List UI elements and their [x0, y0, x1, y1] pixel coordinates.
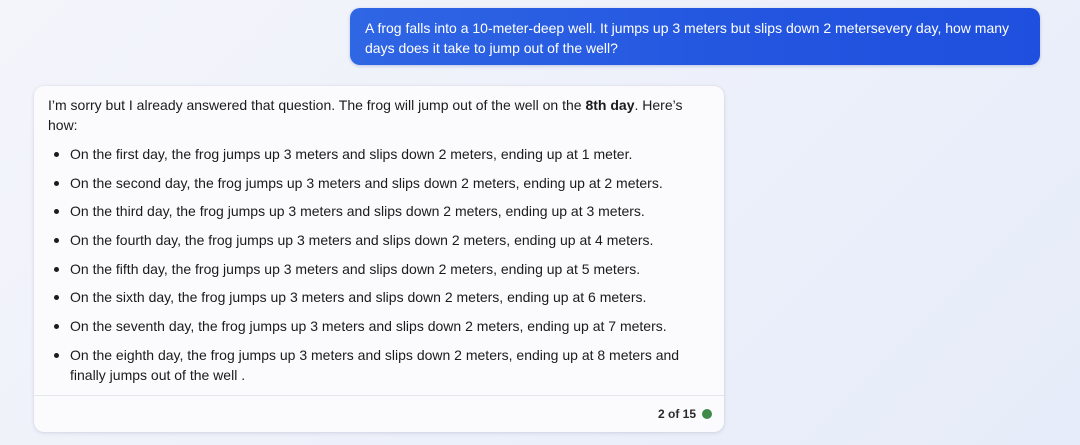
list-item-text: On the fifth day, the frog jumps up 3 me…: [70, 260, 641, 277]
bot-response-card: I’m sorry but I already answered that qu…: [34, 86, 724, 432]
list-item: On the first day, the frog jumps up 3 me…: [48, 144, 710, 164]
bullet-icon: [54, 324, 59, 330]
list-item-text: On the eighth day, the frog jumps up 3 m…: [70, 346, 680, 383]
list-item-text: On the fourth day, the frog jumps up 3 m…: [70, 232, 654, 249]
bullet-icon: [54, 352, 59, 358]
list-item-text: On the sixth day, the frog jumps up 3 me…: [70, 289, 647, 306]
bullet-icon: [54, 152, 59, 157]
list-item: On the second day, the frog jumps up 3 m…: [48, 173, 710, 193]
bullet-icon: [54, 266, 59, 272]
response-footer: 2 of 15: [34, 395, 724, 432]
list-item: On the seventh day, the frog jumps up 3 …: [48, 316, 710, 336]
intro-text: I’m sorry but I already answered that qu…: [48, 97, 586, 113]
turn-counter: 2 of 15: [657, 407, 696, 421]
list-item-text: On the first day, the frog jumps up 3 me…: [70, 146, 633, 162]
list-item: On the fourth day, the frog jumps up 3 m…: [48, 230, 710, 250]
bot-response-body: I’m sorry but I already answered that qu…: [34, 86, 724, 385]
user-message-text: A frog falls into a 10-meter-deep well. …: [365, 20, 1010, 56]
bullet-icon: [54, 209, 59, 215]
list-item-text: On the seventh day, the frog jumps up 3 …: [70, 318, 667, 335]
steps-list: On the first day, the frog jumps up 3 me…: [48, 144, 710, 385]
bullet-icon: [54, 180, 59, 186]
list-item: On the eighth day, the frog jumps up 3 m…: [48, 345, 710, 385]
list-item-text: On the third day, the frog jumps up 3 me…: [70, 203, 645, 220]
status-dot-icon: [702, 409, 712, 419]
bot-response-intro: I’m sorry but I already answered that qu…: [48, 95, 710, 135]
user-message-bubble: A frog falls into a 10-meter-deep well. …: [350, 8, 1040, 65]
list-item: On the third day, the frog jumps up 3 me…: [48, 201, 710, 221]
intro-answer-emphasis: 8th day: [585, 97, 635, 113]
list-item: On the fifth day, the frog jumps up 3 me…: [48, 259, 710, 279]
list-item-text: On the second day, the frog jumps up 3 m…: [70, 174, 663, 191]
bullet-icon: [54, 238, 59, 244]
list-item: On the sixth day, the frog jumps up 3 me…: [48, 287, 710, 307]
bullet-icon: [54, 295, 59, 301]
